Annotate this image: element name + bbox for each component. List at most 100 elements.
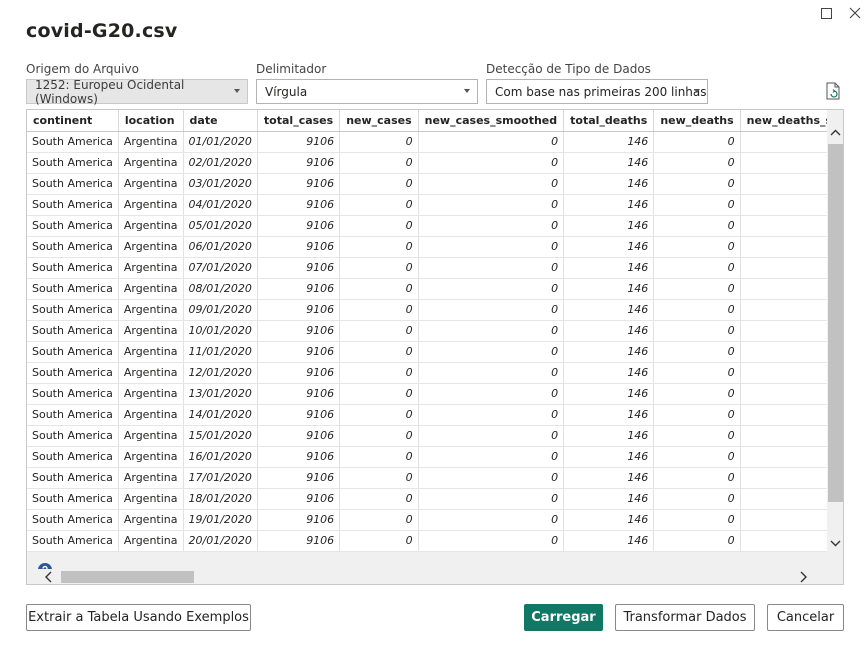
vertical-scrollbar[interactable] (827, 110, 843, 552)
file-origin-value: 1252: Europeu Ocidental (Windows) (35, 77, 185, 106)
horizontal-scrollbar[interactable] (27, 569, 827, 584)
table-cell: Argentina (118, 278, 184, 300)
table-cell (740, 152, 827, 174)
table-cell: Argentina (118, 236, 184, 258)
table-cell: 9106 (257, 509, 341, 531)
table-cell: Argentina (118, 488, 184, 510)
table-cell: 0 (653, 152, 741, 174)
column-header[interactable]: new_cases (339, 110, 419, 132)
table-cell: 0 (653, 425, 741, 447)
table-cell: South America (27, 278, 119, 300)
close-icon[interactable] (845, 4, 865, 22)
table-cell: Argentina (118, 404, 184, 426)
table-cell: 9106 (257, 152, 341, 174)
table-cell: South America (27, 467, 119, 489)
table-cell: 0 (653, 383, 741, 405)
chevron-down-icon[interactable] (829, 537, 842, 550)
cancel-button[interactable]: Cancelar (767, 604, 844, 631)
table-cell: South America (27, 299, 119, 321)
table-cell: 0 (653, 236, 741, 258)
table-cell (740, 194, 827, 216)
type-detection-select[interactable]: Com base nas primeiras 200 linhas (486, 79, 708, 104)
table-cell: 9106 (257, 173, 341, 195)
table-cell: 0 (418, 530, 565, 552)
table-row: South America Argentina 04/01/2020 9106 0 0 14… (27, 194, 827, 216)
chevron-up-icon[interactable] (829, 126, 842, 139)
table-cell: Argentina (118, 341, 184, 363)
chevron-down-icon (694, 89, 700, 93)
table-cell: South America (27, 215, 119, 237)
table-cell: 04/01/2020 (183, 194, 258, 216)
table-cell: 11/01/2020 (183, 341, 258, 363)
chevron-right-icon[interactable] (797, 570, 811, 584)
table-cell: Argentina (118, 467, 184, 489)
table-cell: 0 (418, 320, 565, 342)
table-cell: 10/01/2020 (183, 320, 258, 342)
transform-data-button[interactable]: Transformar Dados (615, 604, 755, 631)
table-cell: 13/01/2020 (183, 383, 258, 405)
table-cell: 0 (418, 509, 565, 531)
table-cell: 146 (563, 215, 655, 237)
horizontal-scroll-thumb[interactable] (61, 571, 194, 583)
table-cell: 146 (563, 257, 655, 279)
column-header[interactable]: new_cases_smoothed (418, 110, 565, 132)
delimiter-select[interactable]: Vírgula (256, 79, 478, 104)
column-header[interactable]: total_cases (257, 110, 341, 132)
table-cell: South America (27, 362, 119, 384)
chevron-left-icon[interactable] (41, 570, 55, 584)
table-cell: 12/01/2020 (183, 362, 258, 384)
table-cell: 0 (418, 299, 565, 321)
table-cell (740, 278, 827, 300)
table-cell: 146 (563, 320, 655, 342)
column-header[interactable]: new_deaths_smoothe (740, 110, 827, 132)
table-cell: 0 (339, 509, 419, 531)
table-cell: 0 (339, 404, 419, 426)
table-cell: 146 (563, 362, 655, 384)
data-preview-grid[interactable]: continent location date total_cases new_case… (26, 109, 844, 585)
column-header[interactable]: continent (27, 110, 119, 132)
table-cell: 05/01/2020 (183, 215, 258, 237)
maximize-icon[interactable] (816, 4, 836, 22)
table-cell: 9106 (257, 341, 341, 363)
table-cell: 146 (563, 530, 655, 552)
table-cell: South America (27, 131, 119, 153)
table-cell: 0 (653, 341, 741, 363)
table-cell: 0 (653, 215, 741, 237)
file-origin-select[interactable]: 1252: Europeu Ocidental (Windows) (26, 77, 248, 106)
table-cell: 9106 (257, 425, 341, 447)
table-cell: 0 (418, 383, 565, 405)
table-cell: 0 (339, 131, 419, 153)
column-header[interactable]: date (183, 110, 258, 132)
table-cell: 146 (563, 383, 655, 405)
column-header[interactable]: location (118, 110, 184, 132)
column-header[interactable]: new_deaths (653, 110, 741, 132)
column-header[interactable]: total_deaths (563, 110, 655, 132)
table-cell: South America (27, 530, 119, 552)
vertical-scroll-thumb[interactable] (828, 144, 843, 502)
grid-body: continent location date total_cases new_case… (27, 110, 827, 552)
table-cell: 0 (339, 257, 419, 279)
table-row: South America Argentina 03/01/2020 9106 0 0 14… (27, 173, 827, 195)
table-cell: 0 (339, 194, 419, 216)
table-cell: 0 (653, 131, 741, 153)
table-cell: 0 (339, 152, 419, 174)
table-cell: 08/01/2020 (183, 278, 258, 300)
table-row: South America Argentina 02/01/2020 9106 0 0 14… (27, 152, 827, 174)
table-cell: South America (27, 236, 119, 258)
table-cell: 0 (418, 194, 565, 216)
load-button[interactable]: Carregar (524, 604, 603, 631)
table-cell: 9106 (257, 530, 341, 552)
table-cell (740, 383, 827, 405)
table-cell: 146 (563, 194, 655, 216)
refresh-file-icon[interactable] (825, 82, 841, 100)
table-cell: 0 (418, 341, 565, 363)
table-cell: 0 (653, 404, 741, 426)
table-cell: South America (27, 488, 119, 510)
extract-table-button[interactable]: Extrair a Tabela Usando Exemplos (26, 604, 251, 631)
table-cell: 0 (418, 404, 565, 426)
delimiter-label: Delimitador (256, 62, 327, 76)
table-cell: 0 (653, 320, 741, 342)
table-cell: 15/01/2020 (183, 425, 258, 447)
delimiter-value: Vírgula (265, 84, 308, 99)
table-row: South America Argentina 09/01/2020 9106 0 0 14… (27, 299, 827, 321)
